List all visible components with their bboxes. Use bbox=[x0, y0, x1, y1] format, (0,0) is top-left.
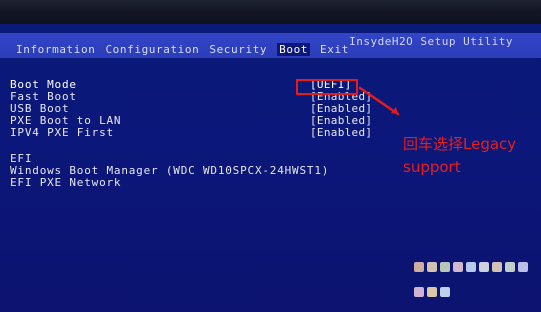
watermark-chip bbox=[414, 286, 424, 297]
watermark-chip bbox=[440, 286, 450, 297]
watermark-chip bbox=[440, 262, 450, 272]
setting-ipv4-pxe-first-label[interactable]: IPV4 PXE First bbox=[10, 126, 114, 139]
watermark-chip bbox=[453, 262, 463, 272]
utility-title: InsydeH2O Setup Utility bbox=[349, 35, 513, 48]
tab-exit[interactable]: Exit bbox=[320, 43, 349, 56]
watermark-chip bbox=[518, 262, 528, 272]
setting-ipv4-pxe-first-value[interactable]: [Enabled] bbox=[310, 126, 372, 139]
tab-information[interactable]: Information bbox=[16, 43, 95, 56]
watermark-chip bbox=[505, 262, 515, 272]
boot-mode-callout-box bbox=[296, 79, 358, 95]
photo-frame: InsydeH2O Setup Utility Information Conf… bbox=[0, 0, 541, 312]
watermark-chip bbox=[492, 262, 502, 272]
tab-configuration[interactable]: Configuration bbox=[105, 43, 199, 56]
watermark-chip bbox=[427, 286, 437, 297]
watermark-chip bbox=[427, 262, 437, 272]
boot-entry-efi-pxe-network[interactable]: EFI PXE Network bbox=[10, 176, 121, 189]
annotation-line1: 回车选择Legacy bbox=[403, 135, 517, 153]
annotation-line2: support bbox=[403, 158, 461, 176]
tab-boot[interactable]: Boot bbox=[277, 42, 311, 56]
annotation-text: 回车选择Legacy support bbox=[403, 133, 541, 179]
watermark-logo bbox=[414, 262, 534, 308]
watermark-chip bbox=[414, 262, 424, 272]
watermark-chip bbox=[466, 262, 476, 272]
callout-arrow-icon bbox=[358, 86, 400, 116]
tabs-row: Information Configuration Security Boot … bbox=[16, 42, 349, 56]
tab-security[interactable]: Security bbox=[209, 43, 267, 56]
watermark-chip bbox=[479, 262, 489, 272]
